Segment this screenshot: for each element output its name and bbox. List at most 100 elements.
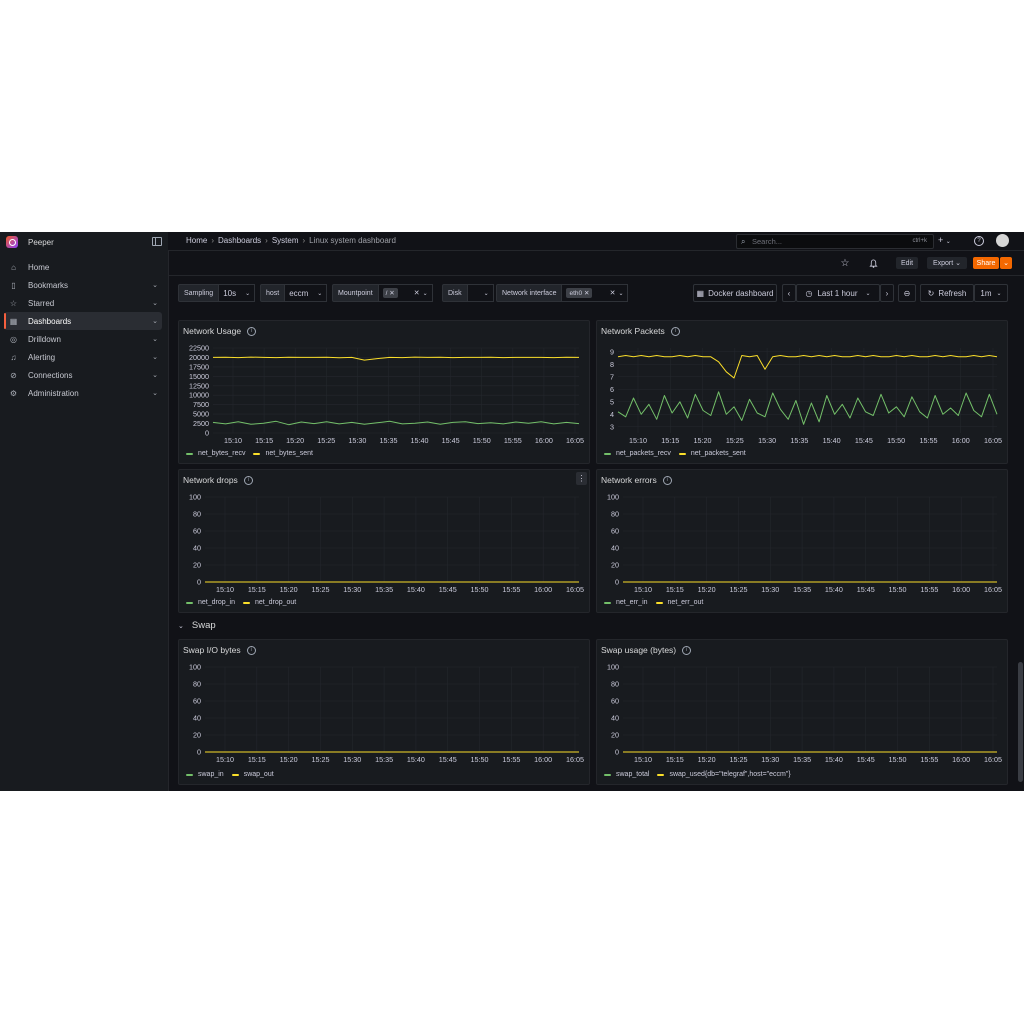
legend-item[interactable]: swap_total [604, 771, 649, 778]
interface-chip[interactable]: eth0 ✕ [566, 288, 593, 298]
breadcrumb-dashboards[interactable]: Dashboards [218, 236, 261, 245]
export-button[interactable]: Export ⌄ [927, 257, 967, 269]
remove-chip-icon[interactable]: ✕ [389, 290, 394, 297]
legend-item[interactable]: net_drop_out [242, 599, 296, 606]
x-tick-label: 15:40 [411, 436, 429, 445]
legend-item[interactable]: net_packets_recv [604, 450, 671, 457]
host-select[interactable]: eccm ⌄ [285, 284, 328, 302]
legend-item[interactable]: net_packets_sent [678, 450, 746, 457]
time-range-picker[interactable]: ◷ Last 1 hour ⌄ [796, 284, 880, 302]
x-tick-label: 15:40 [407, 755, 425, 764]
y-tick-label: 4 [610, 410, 614, 419]
chevron-down-icon[interactable]: ⌄ [152, 335, 158, 343]
avatar[interactable] [996, 234, 1009, 247]
sidebar-item-drilldown[interactable]: ◎ Drilldown ⌄ [4, 330, 162, 348]
scrollbar[interactable] [1018, 662, 1023, 782]
mountpoint-chip[interactable]: / ✕ [382, 288, 398, 298]
x-tick-label: 15:25 [311, 585, 329, 594]
zoom-out-button[interactable]: ⊖ [898, 284, 916, 302]
y-tick-label: 3 [610, 422, 614, 431]
legend-item[interactable]: net_bytes_sent [253, 450, 313, 457]
legend-label: net_err_out [667, 599, 704, 606]
x-tick-label: 15:30 [761, 585, 779, 594]
search-placeholder: Search... [752, 237, 783, 246]
variable-sampling: Sampling 10s ⌄ [178, 284, 256, 302]
legend-item[interactable]: net_drop_in [186, 599, 235, 606]
new-menu-button[interactable]: + ⌄ [938, 235, 951, 245]
edit-button[interactable]: Edit [896, 257, 918, 269]
x-tick-label: 15:25 [729, 585, 747, 594]
time-range-label: Last 1 hour [817, 288, 858, 298]
chevron-down-icon[interactable]: ⌄ [152, 281, 158, 289]
y-tick-label: 5 [610, 397, 614, 406]
clock-icon: ◷ [805, 288, 813, 298]
sidebar-item-bookmarks[interactable]: ▯ Bookmarks ⌄ [4, 276, 162, 294]
legend-item[interactable]: swap_used{db="telegraf",host="eccm"} [657, 771, 791, 778]
clear-icon[interactable]: ✕ [610, 289, 616, 297]
time-back-button[interactable]: ‹ [782, 284, 796, 302]
clear-icon[interactable]: ✕ [414, 289, 420, 297]
help-icon[interactable]: ? [974, 236, 984, 246]
refresh-button[interactable]: ↻ Refresh [920, 284, 974, 302]
legend-item[interactable]: net_err_in [604, 599, 648, 606]
x-tick-label: 15:25 [729, 755, 747, 764]
chart-svg: 0250050007500100001250015000175002000022… [189, 344, 584, 446]
breadcrumb-home[interactable]: Home [186, 236, 207, 245]
x-tick-label: 15:10 [634, 585, 652, 594]
share-options-button[interactable]: ⌄ [1000, 257, 1012, 269]
chevron-down-icon: ⌄ [618, 290, 624, 297]
dock-menu-icon[interactable] [152, 237, 162, 246]
docker-dashboard-link[interactable]: ▦ Docker dashboard [693, 284, 777, 302]
chevron-down-icon[interactable]: ⌄ [152, 317, 158, 325]
app-window: Peeper ⌂ Home ▯ Bookmarks ⌄ ☆ Starred ⌄ ▦ Dashboa… [0, 232, 1024, 791]
disk-select[interactable]: ⌄ [467, 284, 494, 302]
search-input[interactable]: ⌕ Search... ctrl+k [736, 234, 934, 249]
series-line-1[interactable] [617, 355, 998, 379]
sidebar-item-connections[interactable]: ⊘ Connections ⌄ [4, 366, 162, 384]
row-header-swap[interactable]: ⌄ Swap [178, 620, 216, 631]
sidebar-item-dashboards[interactable]: ▦ Dashboards ⌄ [4, 312, 162, 330]
sampling-select[interactable]: 10s ⌄ [219, 284, 256, 302]
series-line-0[interactable] [212, 420, 580, 426]
bell-icon[interactable] [866, 257, 880, 269]
sidebar-item-starred[interactable]: ☆ Starred ⌄ [4, 294, 162, 312]
panel-network-errors: Network errors i 0 20 40 60 80 100 15:10 15:15 15:… [596, 469, 1008, 613]
breadcrumb-separator-icon: › [302, 236, 306, 245]
breadcrumb-system[interactable]: System [272, 236, 299, 245]
x-tick-label: 15:55 [920, 585, 938, 594]
refresh-label: Refresh [938, 288, 967, 298]
share-button[interactable]: Share [973, 257, 999, 269]
series-line-0[interactable] [617, 391, 998, 425]
refresh-interval-select[interactable]: 1m ⌄ [974, 284, 1008, 302]
legend-swatch [186, 452, 193, 455]
x-tick-label: 15:50 [889, 585, 907, 594]
app-logo-icon [6, 236, 18, 248]
legend-item[interactable]: net_err_out [655, 599, 704, 606]
legend-label: net_bytes_sent [265, 450, 313, 457]
chevron-down-icon[interactable]: ⌄ [152, 371, 158, 379]
legend-item[interactable]: net_bytes_recv [186, 450, 245, 457]
sidebar-item-label: Starred [28, 298, 55, 308]
star-icon[interactable]: ☆ [838, 257, 852, 269]
sidebar-item-home[interactable]: ⌂ Home [4, 258, 162, 276]
legend-swatch [604, 601, 611, 604]
brand[interactable]: Peeper [6, 235, 54, 249]
mountpoint-select[interactable]: / ✕ ✕ ⌄ [378, 284, 433, 302]
network-interface-select[interactable]: eth0 ✕ ✕ ⌄ [562, 284, 629, 302]
sidebar-item-alerting[interactable]: ♫ Alerting ⌄ [4, 348, 162, 366]
network-interface-label: Network interface [496, 284, 563, 302]
chevron-down-icon[interactable]: ⌄ [152, 353, 158, 361]
dashboard-grid-icon: ▦ [696, 288, 705, 298]
breadcrumb-separator-icon: › [211, 236, 215, 245]
series-line-1[interactable] [212, 356, 580, 361]
legend-item[interactable]: swap_out [231, 771, 274, 778]
remove-chip-icon[interactable]: ✕ [584, 290, 589, 297]
x-tick-label: 15:15 [248, 585, 266, 594]
sampling-label: Sampling [178, 284, 220, 302]
legend-item[interactable]: swap_in [186, 771, 224, 778]
chevron-down-icon[interactable]: ⌄ [152, 389, 158, 397]
y-tick-label: 22500 [189, 344, 209, 353]
sidebar-item-administration[interactable]: ⚙ Administration ⌄ [4, 384, 162, 402]
time-forward-button[interactable]: › [880, 284, 894, 302]
chevron-down-icon[interactable]: ⌄ [152, 299, 158, 307]
